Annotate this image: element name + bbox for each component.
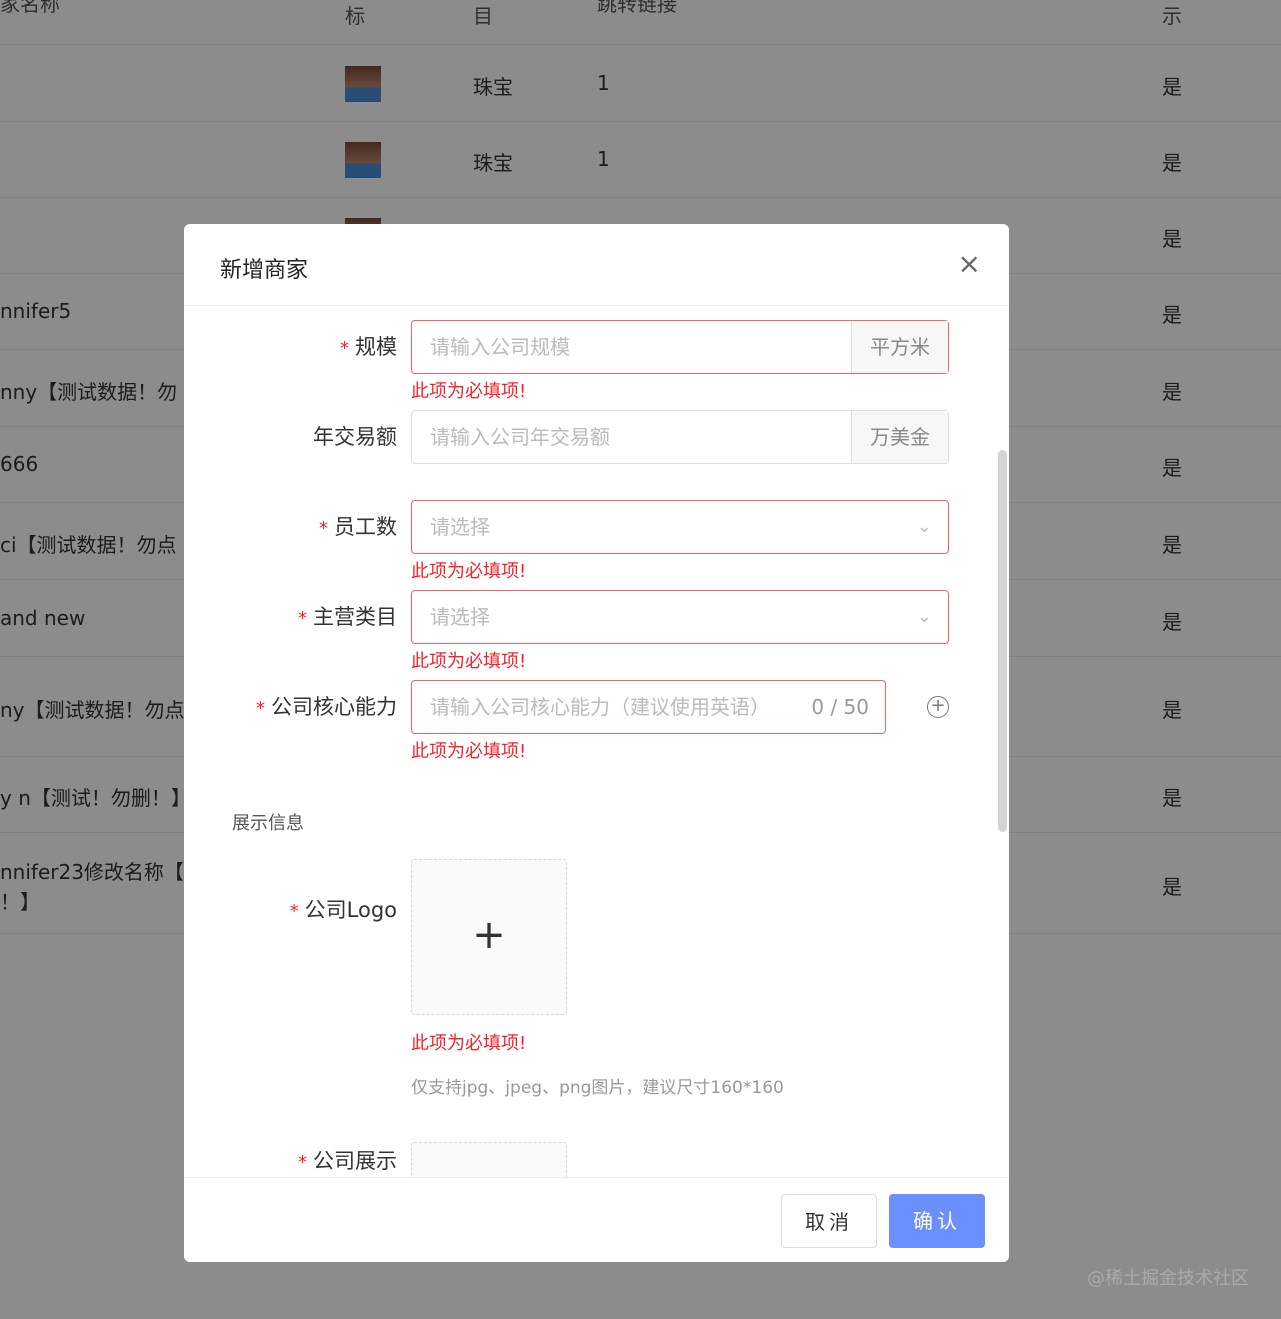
display-upload[interactable]: [411, 1142, 567, 1177]
add-merchant-modal: 新增商家 × * 规模 请输入公司规模 平方米 此项为必填项! 年交易额 请输入公…: [184, 224, 1009, 1262]
add-circle-icon[interactable]: +: [927, 696, 949, 718]
core-input[interactable]: 请输入公司核心能力（建议使用英语） 0 / 50: [411, 680, 886, 734]
plus-icon: +: [472, 912, 506, 958]
confirm-button[interactable]: 确认: [889, 1194, 985, 1248]
employees-select[interactable]: 请选择 ⌄: [411, 500, 949, 554]
category-error: 此项为必填项!: [411, 651, 527, 672]
turnover-unit-addon: 万美金: [851, 411, 948, 463]
turnover-input[interactable]: 请输入公司年交易额 万美金: [411, 410, 949, 464]
modal-title: 新增商家: [220, 258, 309, 283]
scrollbar[interactable]: [998, 450, 1007, 832]
char-count: 0 / 50: [811, 695, 869, 719]
chevron-down-icon: ⌄: [916, 516, 932, 537]
section-title: 展示信息: [232, 813, 304, 834]
scale-input[interactable]: 请输入公司规模 平方米: [411, 320, 949, 374]
chevron-down-icon: ⌄: [916, 606, 932, 627]
scale-error: 此项为必填项!: [411, 381, 527, 402]
logo-upload[interactable]: +: [411, 859, 567, 1015]
employees-error: 此项为必填项!: [411, 561, 527, 582]
modal-footer: 取消 确认: [184, 1177, 1009, 1262]
core-error: 此项为必填项!: [411, 741, 527, 762]
modal-body: * 规模 请输入公司规模 平方米 此项为必填项! 年交易额 请输入公司年交易额 万…: [184, 306, 1009, 1177]
logo-label: * 公司Logo: [289, 898, 397, 922]
category-select[interactable]: 请选择 ⌄: [411, 590, 949, 644]
display-label: * 公司展示: [298, 1149, 397, 1173]
watermark: @稀土掘金技术社区: [1087, 1268, 1249, 1289]
scale-unit-addon: 平方米: [851, 321, 948, 373]
modal-header: 新增商家 ×: [184, 224, 1009, 306]
logo-hint: 仅支持jpg、jpeg、png图片，建议尺寸160*160: [411, 1078, 784, 1098]
logo-error: 此项为必填项!: [411, 1033, 527, 1054]
close-icon[interactable]: ×: [958, 250, 981, 278]
scale-label: * 规模: [340, 335, 397, 359]
category-label: * 主营类目: [298, 605, 397, 629]
turnover-label: 年交易额: [313, 425, 397, 449]
core-label: * 公司核心能力: [256, 695, 397, 719]
cancel-button[interactable]: 取消: [781, 1194, 877, 1248]
employees-label: * 员工数: [319, 515, 397, 539]
